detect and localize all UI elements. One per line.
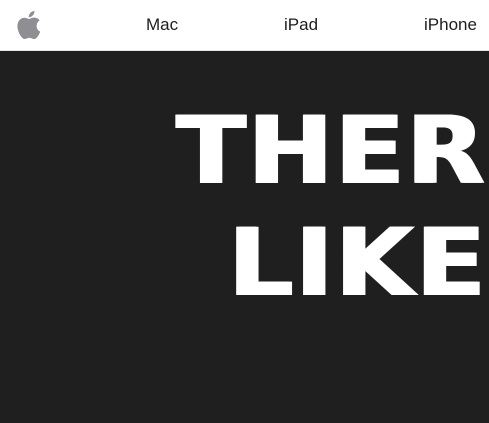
- hero-headline-line-2: LIKE: [228, 209, 488, 318]
- nav-link-iphone[interactable]: iPhone: [424, 16, 477, 34]
- hero-headline: THERE LIKE: [0, 51, 489, 423]
- apple-logo-icon[interactable]: [15, 10, 41, 40]
- apple-logo-glyph: [17, 10, 41, 40]
- nav-link-ipad[interactable]: iPad: [284, 16, 318, 34]
- hero-section: THERE LIKE: [0, 51, 489, 423]
- hero-headline-line-1: THERE: [176, 97, 489, 206]
- global-nav: Mac iPad iPhone: [0, 0, 489, 51]
- nav-link-mac[interactable]: Mac: [146, 16, 178, 34]
- page: Mac iPad iPhone THERE LIKE: [0, 0, 489, 423]
